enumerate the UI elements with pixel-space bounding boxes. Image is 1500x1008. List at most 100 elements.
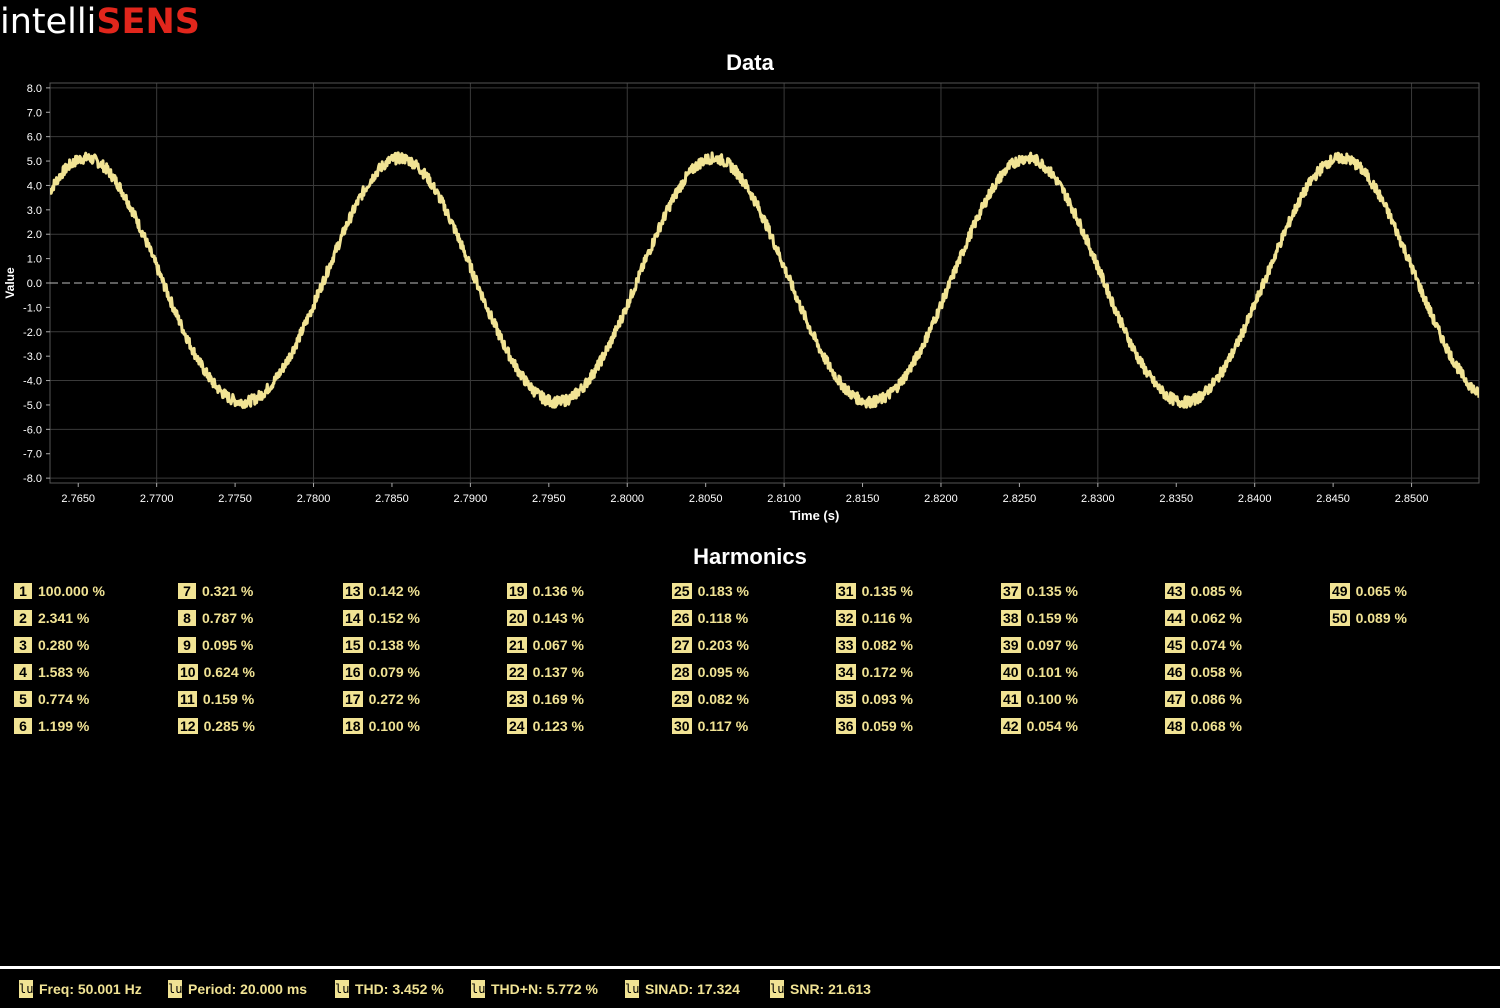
stat-label: Freq: 50.001 Hz (39, 981, 142, 997)
status-stat: lu THD+N: 5.772 % (470, 979, 598, 999)
harmonic-order-badge: 14 (343, 610, 363, 626)
stat-icon: lu (624, 979, 640, 999)
harmonic-item: 5 0.774 % (14, 690, 89, 708)
harmonic-order-badge: 37 (1001, 583, 1021, 599)
y-tick-label: -2.0 (23, 327, 42, 339)
harmonic-order-badge: 44 (1165, 610, 1185, 626)
harmonic-item: 50 0.089 % (1330, 609, 1407, 627)
y-tick-label: -1.0 (23, 302, 42, 314)
harmonic-value: 0.062 % (1190, 610, 1242, 626)
x-tick-label: 2.7850 (375, 493, 409, 505)
harmonic-value: 0.172 % (861, 664, 913, 680)
harmonic-item: 28 0.095 % (672, 663, 749, 681)
harmonic-value: 0.118 % (697, 610, 749, 626)
x-tick-label: 2.7950 (532, 493, 566, 505)
harmonic-value: 0.067 % (532, 637, 584, 653)
harmonic-order-badge: 10 (178, 664, 198, 680)
harmonic-order-badge: 4 (14, 664, 32, 680)
stat-icon: lu (334, 979, 350, 999)
harmonic-item: 37 0.135 % (1001, 582, 1078, 600)
stat-label: THD: 3.452 % (355, 981, 444, 997)
harmonic-order-badge: 17 (343, 691, 363, 707)
status-stat: lu THD: 3.452 % (334, 979, 444, 999)
x-tick-label: 2.8500 (1395, 493, 1429, 505)
harmonic-item: 19 0.136 % (507, 582, 584, 600)
harmonic-order-badge: 50 (1330, 610, 1350, 626)
stat-icon: lu (18, 979, 34, 999)
harmonic-item: 6 1.199 % (14, 717, 89, 735)
harmonic-item: 1 100.000 % (14, 582, 105, 600)
y-tick-label: -7.0 (23, 449, 42, 461)
harmonic-order-badge: 20 (507, 610, 527, 626)
harmonic-order-badge: 45 (1165, 637, 1185, 653)
harmonic-item: 20 0.143 % (507, 609, 584, 627)
harmonic-order-badge: 24 (507, 718, 527, 734)
harmonic-order-badge: 41 (1001, 691, 1021, 707)
y-tick-label: -4.0 (23, 376, 42, 388)
harmonic-value: 0.137 % (532, 664, 584, 680)
harmonic-value: 2.341 % (38, 610, 90, 626)
x-tick-label: 2.7750 (218, 493, 252, 505)
harmonic-value: 0.321 % (202, 583, 254, 599)
harmonic-item: 23 0.169 % (507, 690, 584, 708)
harmonic-item: 17 0.272 % (343, 690, 420, 708)
harmonic-order-badge: 11 (178, 691, 197, 707)
harmonic-value: 0.183 % (697, 583, 749, 599)
harmonic-value: 0.074 % (1190, 637, 1242, 653)
harmonic-item: 32 0.116 % (836, 609, 912, 627)
harmonic-order-badge: 30 (672, 718, 692, 734)
harmonic-value: 0.280 % (38, 637, 90, 653)
y-tick-label: -6.0 (23, 424, 42, 436)
harmonic-value: 0.054 % (1026, 718, 1078, 734)
harmonic-value: 0.082 % (697, 691, 749, 707)
harmonic-value: 0.095 % (697, 664, 749, 680)
harmonic-order-badge: 32 (836, 610, 856, 626)
harmonic-value: 0.095 % (202, 637, 254, 653)
harmonic-item: 9 0.095 % (178, 636, 253, 654)
x-tick-label: 2.8300 (1081, 493, 1115, 505)
harmonic-order-badge: 5 (14, 691, 32, 707)
harmonic-item: 7 0.321 % (178, 582, 253, 600)
harmonic-order-badge: 2 (14, 610, 32, 626)
y-tick-label: 1.0 (27, 254, 42, 266)
harmonic-item: 44 0.062 % (1165, 609, 1242, 627)
x-tick-label: 2.7700 (140, 493, 174, 505)
harmonic-order-badge: 16 (343, 664, 363, 680)
harmonic-order-badge: 27 (672, 637, 692, 653)
harmonic-value: 0.203 % (697, 637, 749, 653)
harmonic-value: 1.583 % (38, 664, 90, 680)
x-tick-label: 2.8000 (610, 493, 644, 505)
data-chart: 8.0 7.0 6.0 5.0 4.0 3.0 2.0 1.0 0.0 -1.0 -2.0 -3.0 -… (3, 82, 1480, 523)
harmonic-item: 38 0.159 % (1001, 609, 1078, 627)
status-stat: lu SNR: 21.613 (769, 979, 871, 999)
stat-label: SNR: 21.613 (790, 981, 871, 997)
harmonic-value: 0.116 % (861, 610, 913, 626)
y-tick-label: -5.0 (23, 400, 42, 412)
harmonic-item: 8 0.787 % (178, 609, 253, 627)
y-tick-label: 6.0 (27, 132, 42, 144)
harmonic-item: 49 0.065 % (1330, 582, 1407, 600)
harmonic-item: 35 0.093 % (836, 690, 913, 708)
harmonic-order-badge: 33 (836, 637, 856, 653)
harmonic-item: 15 0.138 % (343, 636, 420, 654)
harmonic-order-badge: 35 (836, 691, 856, 707)
harmonic-order-badge: 29 (672, 691, 692, 707)
harmonics-title: Harmonics (693, 544, 807, 569)
harmonic-value: 0.093 % (861, 691, 913, 707)
harmonic-item: 11 0.159 % (178, 690, 254, 708)
harmonic-value: 0.101 % (1026, 664, 1078, 680)
harmonic-value: 0.138 % (368, 637, 420, 653)
x-tick-label: 2.8350 (1159, 493, 1193, 505)
harmonic-value: 0.136 % (532, 583, 584, 599)
harmonic-order-badge: 46 (1165, 664, 1185, 680)
x-tick-label: 2.8400 (1238, 493, 1272, 505)
harmonic-value: 0.135 % (1026, 583, 1078, 599)
stat-icon: lu (167, 979, 183, 999)
harmonic-value: 100.000 % (38, 583, 105, 599)
y-tick-label: 3.0 (27, 205, 42, 217)
x-tick-label: 2.8450 (1316, 493, 1350, 505)
harmonic-item: 48 0.068 % (1165, 717, 1242, 735)
status-stat: lu Freq: 50.001 Hz (18, 979, 142, 999)
stat-label: THD+N: 5.772 % (491, 981, 598, 997)
brand-logo-part1: intelli (0, 2, 97, 42)
